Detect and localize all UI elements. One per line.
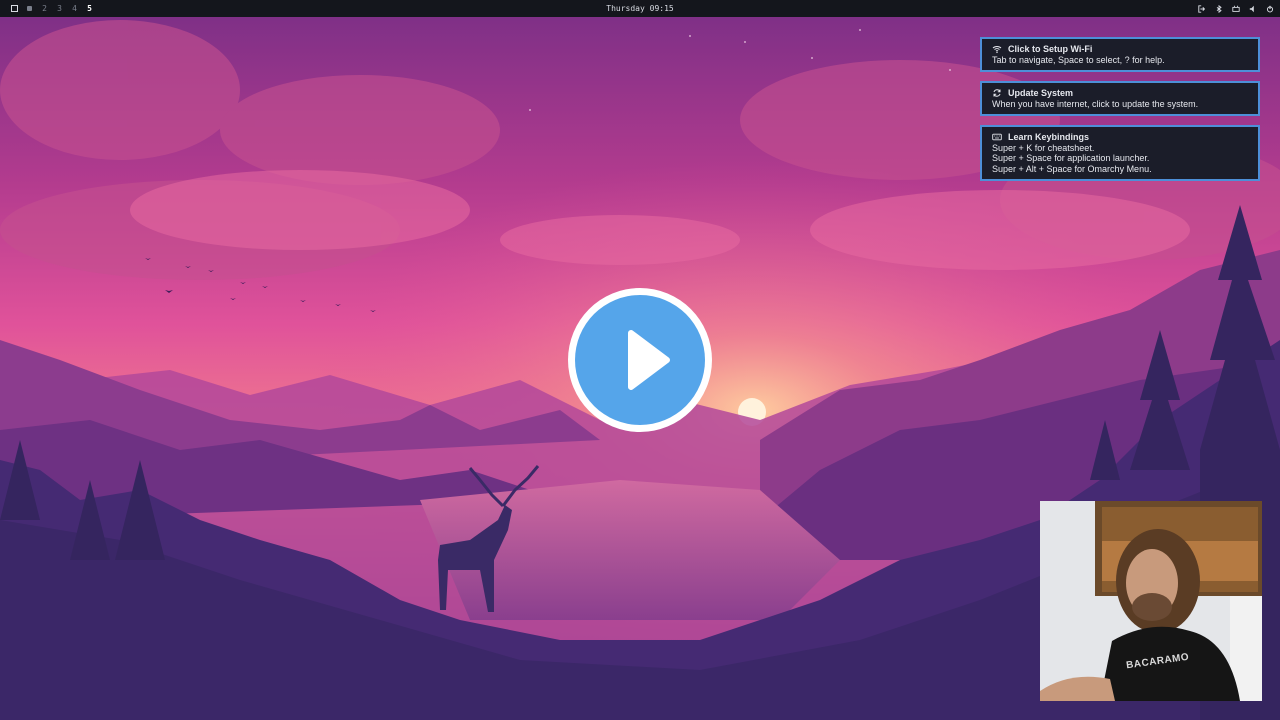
workspace-switcher: 2 3 4 5 — [6, 0, 97, 17]
keyboard-icon — [992, 134, 1002, 141]
webcam-overlay — [1040, 501, 1262, 701]
workspace-4[interactable]: 4 — [67, 0, 82, 17]
bluetooth-icon[interactable] — [1214, 0, 1223, 17]
workspace-5[interactable]: 5 — [82, 0, 97, 17]
video-play-button[interactable] — [568, 288, 712, 432]
logout-icon[interactable] — [1197, 0, 1206, 17]
notification-wifi[interactable]: Click to Setup Wi-Fi Tab to navigate, Sp… — [980, 37, 1260, 72]
notification-body-line: Super + Space for application launcher. — [992, 153, 1150, 163]
top-bar: 2 3 4 5 Thursday 09:15 — [0, 0, 1280, 17]
wifi-icon — [992, 46, 1002, 54]
workspace-1[interactable] — [22, 0, 37, 17]
volume-icon[interactable] — [1248, 0, 1257, 17]
notification-title: Learn Keybindings — [1008, 132, 1090, 142]
clock-container: Thursday 09:15 — [0, 0, 1280, 17]
notification-update-system[interactable]: Update System When you have internet, cl… — [980, 81, 1260, 116]
refresh-icon — [993, 89, 1001, 97]
clock[interactable]: Thursday 09:15 — [606, 4, 673, 13]
notification-body: When you have internet, click to update … — [992, 98, 1199, 109]
power-icon[interactable] — [1265, 0, 1274, 17]
workspace-2[interactable]: 2 — [37, 0, 52, 17]
play-icon — [628, 330, 670, 390]
notification-keybindings[interactable]: Learn Keybindings Super + K for cheatshe… — [980, 125, 1260, 181]
notification-body: Tab to navigate, Space to select, ? for … — [992, 54, 1165, 65]
workspace-3[interactable]: 3 — [52, 0, 67, 17]
network-icon[interactable] — [1231, 0, 1240, 17]
system-tray — [1197, 0, 1274, 17]
notification-body-line: Super + Alt + Space for Omarchy Menu. — [992, 163, 1152, 174]
notification-title: Update System — [1008, 88, 1074, 98]
notification-body-line: Super + K for cheatsheet. — [992, 142, 1095, 153]
omarchy-logo-icon[interactable] — [6, 0, 22, 17]
notification-title: Click to Setup Wi-Fi — [1008, 44, 1093, 54]
